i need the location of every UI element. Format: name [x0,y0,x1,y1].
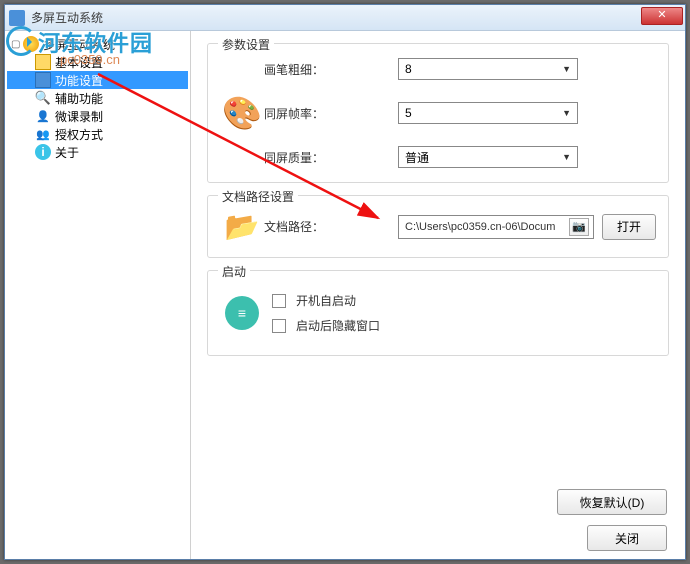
nav-tree: ▢ 多屏互动系统 基本设置 功能设置 辅助功能 微课录制 [5,31,191,559]
pen-thickness-select[interactable]: 8 [398,58,578,80]
about-icon: i [35,144,51,160]
tree-item-label: 关于 [55,144,79,161]
window-body: ▢ 多屏互动系统 基本设置 功能设置 辅助功能 微课录制 [5,31,685,559]
group-title: 文档路径设置 [218,188,298,205]
quality-label: 同屏质量： [264,149,350,166]
tree-item-about[interactable]: i 关于 [7,143,188,161]
hidewindow-label: 启动后隐藏窗口 [296,317,380,334]
close-label: 关闭 [615,530,639,547]
tree-root-label: 多屏互动系统 [43,36,115,53]
combo-value: 5 [405,106,412,120]
tree-item-label: 微课录制 [55,108,103,125]
row-quality: 同屏质量： 普通 [220,146,656,168]
path-input[interactable]: C:\Users\pc0359.cn-06\Docum 📷 [398,215,594,239]
app-window: 多屏互动系统 ✕ ▢ 多屏互动系统 基本设置 功能设置 辅助功能 [4,4,686,560]
open-button-label: 打开 [617,218,641,235]
row-pen: 画笔粗细： 8 [220,58,656,80]
app-icon [9,10,25,26]
row-autostart: 开机自启动 [272,292,656,309]
fps-label: 同屏帧率： [264,105,350,122]
tree-item-label: 基本设置 [55,54,103,71]
tree-item-function[interactable]: 功能设置 [7,71,188,89]
tree-item-auth[interactable]: 授权方式 [7,125,188,143]
group-title: 启动 [218,263,250,280]
group-params: 参数设置 画笔粗细： 8 🎨 同屏帧率： 5 [207,43,669,183]
tree-item-label: 功能设置 [55,72,103,89]
restore-defaults-button[interactable]: 恢复默认(D) [557,489,667,515]
tree-item-record[interactable]: 微课录制 [7,107,188,125]
row-path: 📂 文档路径： C:\Users\pc0359.cn-06\Docum 📷 打开 [220,210,656,243]
hidewindow-checkbox[interactable] [272,319,286,333]
restore-label: 恢复默认(D) [580,494,645,511]
pen-label: 画笔粗细： [264,61,350,78]
record-icon [35,108,51,124]
quality-select[interactable]: 普通 [398,146,578,168]
row-hidewindow: 启动后隐藏窗口 [272,317,656,334]
open-button[interactable]: 打开 [602,214,656,240]
collapse-icon[interactable]: ▢ [11,39,21,50]
tree-item-label: 辅助功能 [55,90,103,107]
group-path: 文档路径设置 📂 文档路径： C:\Users\pc0359.cn-06\Doc… [207,195,669,258]
window-close-button[interactable]: ✕ [641,7,683,25]
close-button[interactable]: 关闭 [587,525,667,551]
tree-item-assist[interactable]: 辅助功能 [7,89,188,107]
root-icon [23,36,39,52]
tree-root[interactable]: ▢ 多屏互动系统 [7,35,188,53]
browse-button[interactable]: 📷 [569,218,589,236]
palette-icon: 🎨 [220,94,264,132]
tree-item-basic[interactable]: 基本设置 [7,53,188,71]
tree-item-label: 授权方式 [55,126,103,143]
auth-icon [35,126,51,142]
window-title: 多屏互动系统 [31,9,681,26]
startup-icon: ≡ [220,285,264,341]
folder-icon: 📂 [220,210,264,243]
combo-value: 8 [405,62,412,76]
combo-value: 普通 [405,149,429,166]
group-title: 参数设置 [218,36,274,53]
autostart-checkbox[interactable] [272,294,286,308]
row-fps: 🎨 同屏帧率： 5 [220,94,656,132]
path-label: 文档路径： [264,218,350,235]
path-value: C:\Users\pc0359.cn-06\Docum [405,221,569,233]
basic-icon [35,54,51,70]
main-panel: 参数设置 画笔粗细： 8 🎨 同屏帧率： 5 [191,31,685,559]
autostart-label: 开机自启动 [296,292,356,309]
group-startup: 启动 ≡ 开机自启动 启动后隐藏窗口 [207,270,669,356]
footer: 恢复默认(D) 关闭 [207,483,669,551]
fps-select[interactable]: 5 [398,102,578,124]
assist-icon [35,90,51,106]
titlebar: 多屏互动系统 ✕ [5,5,685,31]
function-icon [35,72,51,88]
